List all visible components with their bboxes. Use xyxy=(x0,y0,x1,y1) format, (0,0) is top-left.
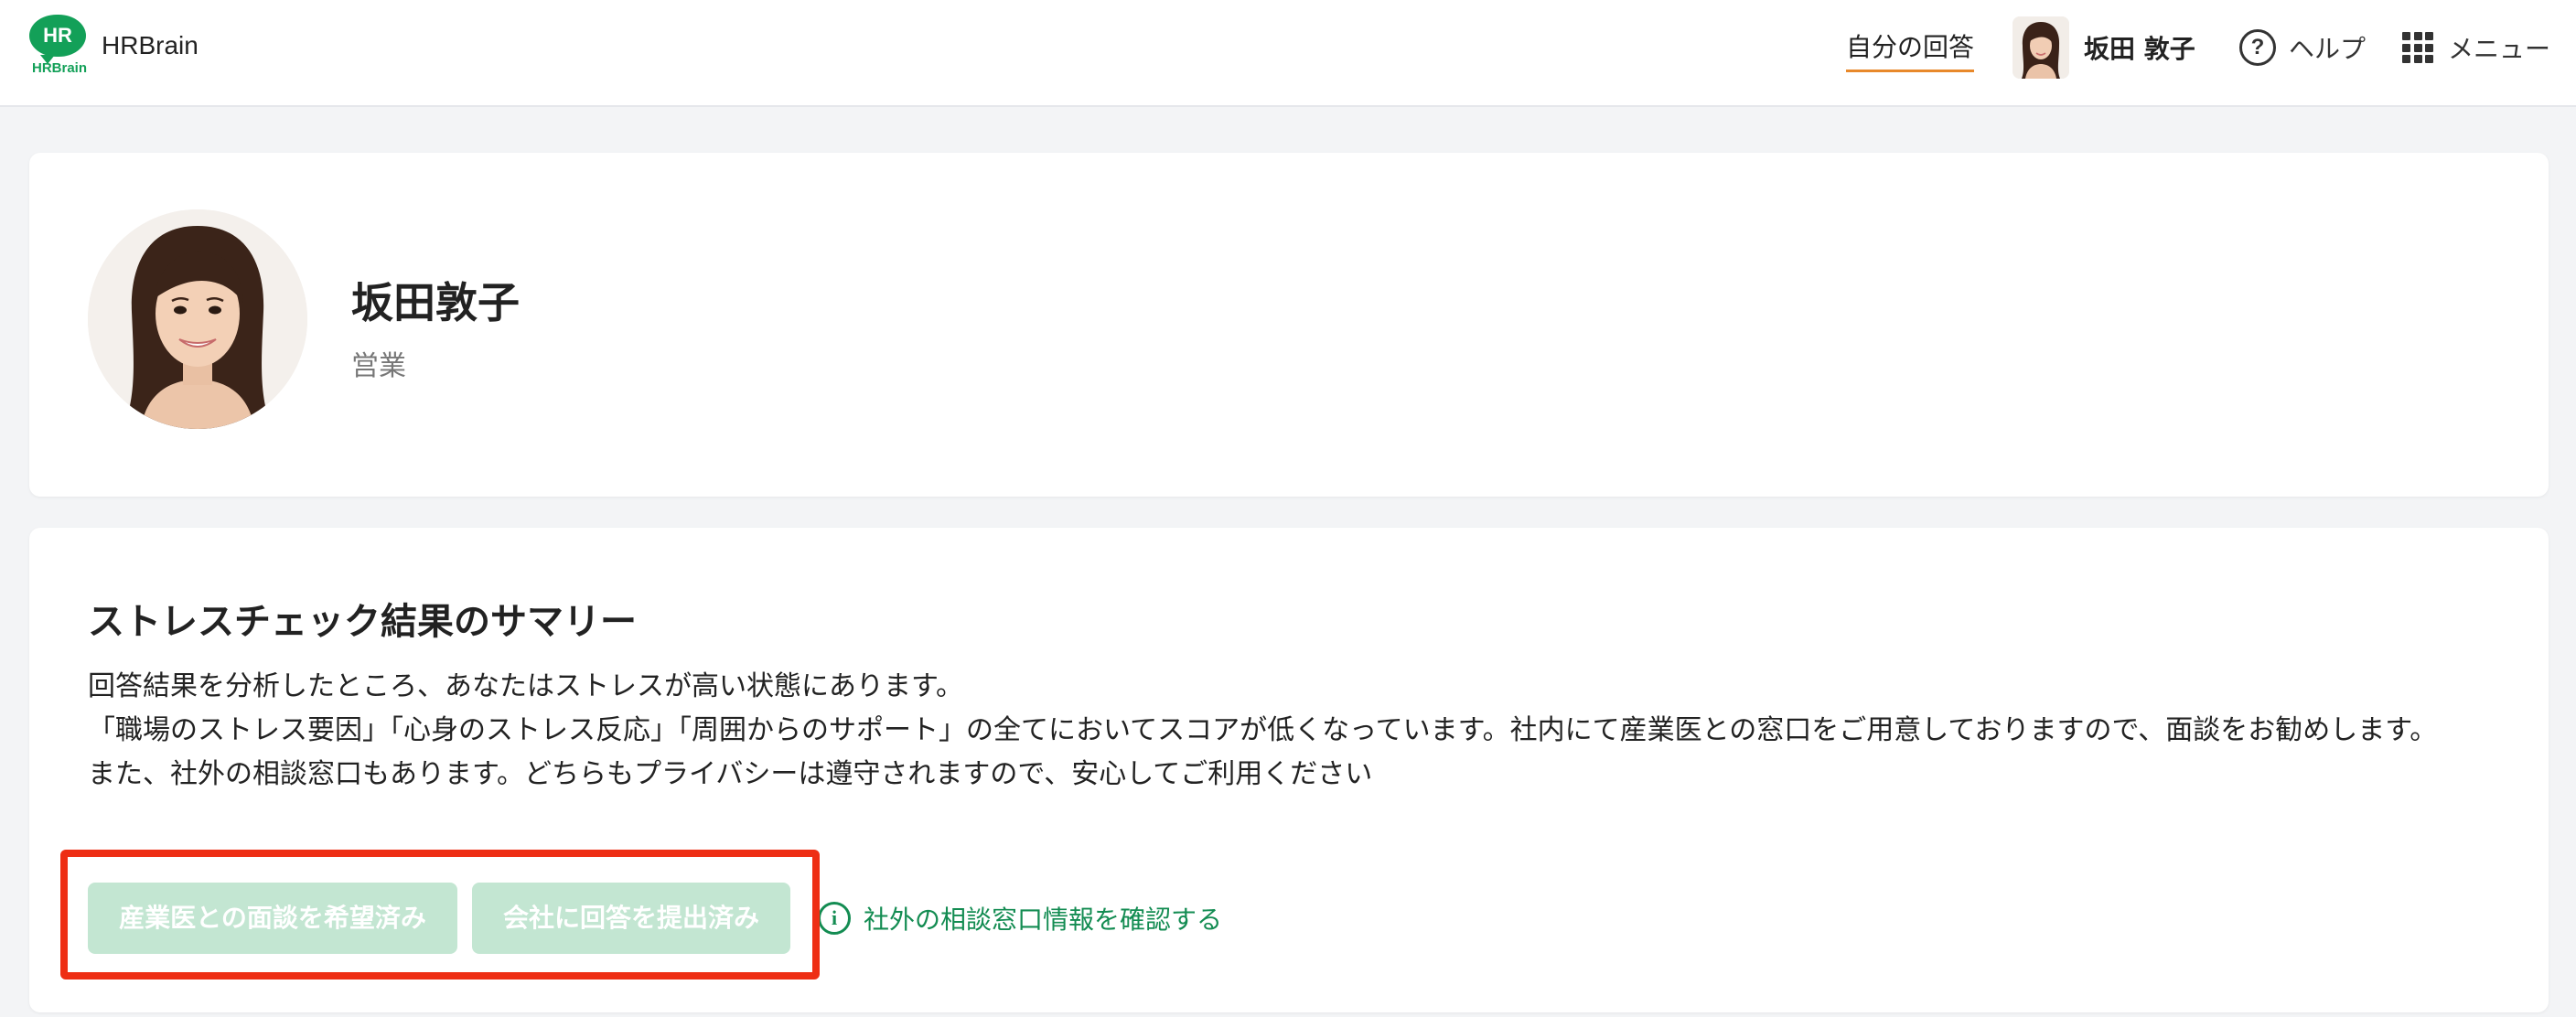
help-icon: ? xyxy=(2239,29,2276,66)
profile-avatar-icon xyxy=(88,209,307,429)
header-user-name[interactable]: 坂田 敦子 xyxy=(2084,29,2195,66)
hrbrain-logo-icon[interactable]: HR HRBrain xyxy=(27,15,91,76)
logo-bubble: HR xyxy=(29,15,86,64)
summary-paragraph: 「職場のストレス要因」「心身のストレス反応」「周囲からのサポート」の全てにおいて… xyxy=(88,714,2438,746)
info-icon: i xyxy=(818,902,851,935)
top-header: HR HRBrain HRBrain 自分の回答 坂田 敦子 ? ヘルプ メニュ… xyxy=(0,0,2576,107)
summary-title: ストレスチェック結果のサマリー xyxy=(88,601,637,643)
profile-department: 営業 xyxy=(351,350,406,382)
summary-paragraph: 回答結果を分析したところ、あなたはストレスが高い状態にあります。 xyxy=(88,670,963,702)
menu-label: メニュー xyxy=(2448,34,2551,64)
help-button[interactable]: ? ヘルプ xyxy=(2239,27,2366,68)
logo-subtext: HRBrain xyxy=(31,60,87,76)
profile-card: 坂田敦子 営業 xyxy=(29,153,2549,497)
user-avatar-icon[interactable] xyxy=(2012,16,2069,79)
summary-body: 回答結果を分析したところ、あなたはストレスが高い状態にあります。 「職場のストレ… xyxy=(88,665,2485,797)
grid-menu-icon xyxy=(2402,32,2433,63)
external-consultation-link[interactable]: i 社外の相談窓口情報を確認する xyxy=(818,900,1222,937)
menu-button[interactable]: メニュー xyxy=(2402,29,2550,66)
summary-paragraph: また、社外の相談窓口もあります。どちらもプライバシーは遵守されますので、安心して… xyxy=(88,758,1373,790)
help-label: ヘルプ xyxy=(2289,34,2367,64)
highlight-annotation-box xyxy=(60,850,820,980)
nav-my-answers[interactable]: 自分の回答 xyxy=(1846,27,1975,72)
profile-name: 坂田敦子 xyxy=(351,278,520,327)
external-link-label: 社外の相談窓口情報を確認する xyxy=(864,905,1223,935)
brand-name[interactable]: HRBrain xyxy=(102,31,199,60)
